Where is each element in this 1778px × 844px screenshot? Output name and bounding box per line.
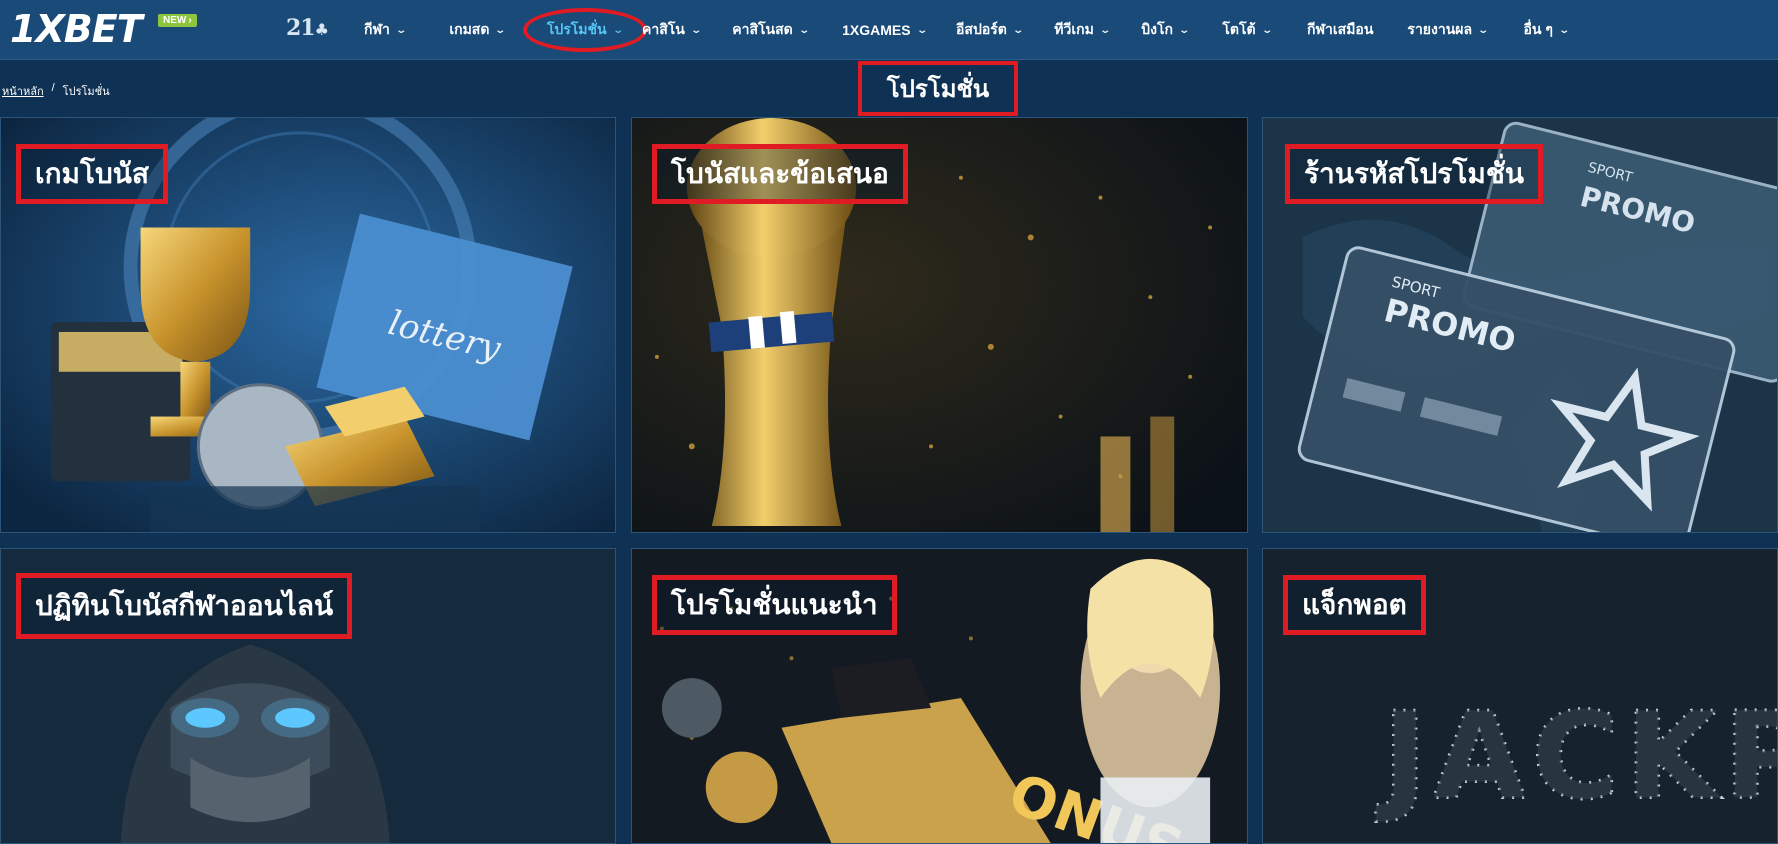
nav-item-label: รายงานผล	[1407, 21, 1473, 37]
chevron-down-icon: ⌄	[1260, 24, 1273, 36]
nav-item-live-games[interactable]: เกมสด ⌄	[449, 0, 507, 60]
promo-card-jackpot[interactable]: JACKPOT JACKPOT แจ็กพอต	[1262, 548, 1778, 844]
nav-item-tv-games[interactable]: ทีวีเกม ⌄	[1054, 0, 1111, 60]
nav-item-label: กีฬาเสมือน	[1306, 21, 1374, 37]
card-title: โปรโมชั่นแนะนำ	[652, 575, 897, 635]
card-title: ปฏิทินโบนัสกีฬาออนไลน์	[16, 573, 353, 639]
page-title: โปรโมชั่น	[858, 61, 1018, 116]
top-navigation-bar: 1XBET NEW › 21♣ กีฬา ⌄ เกมสด ⌄ โปรโมชั่น ⌄ …	[0, 0, 1778, 60]
chevron-down-icon: ⌄	[1012, 24, 1024, 36]
nav-item-bingo[interactable]: บิงโก ⌄	[1141, 0, 1191, 60]
nav-item-label: 1XGAMES	[842, 22, 911, 38]
new-badge-label: NEW	[163, 15, 187, 26]
card-title: เกมโบนัส	[16, 144, 169, 204]
chevron-down-icon: ⌄	[395, 24, 407, 36]
promo-card-bonus-games[interactable]: lottery เกมโบนัส	[0, 117, 616, 533]
nav-item-toto[interactable]: โตโต้ ⌄	[1222, 0, 1273, 60]
highlight-ring	[522, 8, 647, 52]
promo-card-featured[interactable]: ONUS โปรโมชั่นแนะนำ	[631, 548, 1248, 844]
nav-item-label: กีฬา	[364, 21, 390, 37]
promo-card-bonuses-offers[interactable]: โบนัสและข้อเสนอ	[631, 117, 1248, 533]
card-title: แจ็กพอต	[1283, 575, 1426, 635]
nav-item-live-casino[interactable]: คาสิโนสด ⌄	[732, 0, 810, 60]
promo-card-promo-code-store[interactable]: PROMO SPORT PROMO SPORT ร้านรหัสโปรโมชั่…	[1262, 117, 1778, 533]
main-nav: กีฬา ⌄ เกมสด ⌄ โปรโมชั่น ⌄ คาสิโน ⌄ คาสิโนสด…	[360, 0, 1570, 60]
nav-item-label: คาสิโน	[641, 21, 685, 37]
logo-text: 1XBET	[10, 7, 143, 51]
brand-logo[interactable]: 1XBET	[10, 7, 143, 51]
promo-card-bonus-calendar[interactable]: ปฏิทินโบนัสกีฬาออนไลน์	[0, 548, 616, 844]
nav-item-sports[interactable]: กีฬา ⌄	[364, 0, 407, 60]
breadcrumb: หน้าหลัก / โปรโมชั่น	[2, 82, 110, 100]
card-title: โบนัสและข้อเสนอ	[652, 144, 908, 204]
breadcrumb-current: โปรโมชั่น	[62, 86, 110, 98]
chevron-down-icon: ⌄	[1558, 24, 1570, 36]
clover-icon: ♣	[314, 20, 329, 39]
chevron-down-icon: ⌄	[494, 24, 507, 36]
nav-item-promotions[interactable]: โปรโมชั่น ⌄	[522, 0, 647, 60]
nav-item-label: อีสปอร์ต	[956, 21, 1007, 37]
nav-item-label: เกมสด	[449, 21, 490, 37]
card-title: ร้านรหัสโปรโมชั่น	[1285, 144, 1543, 204]
nav-item-virtual-sports[interactable]: กีฬาเสมือน	[1307, 0, 1373, 60]
breadcrumb-separator: /	[51, 82, 55, 94]
chevron-right-icon: ›	[188, 15, 192, 26]
age-restriction-badge: 21♣	[286, 15, 329, 41]
nav-item-label: อื่น ๆ	[1523, 21, 1553, 37]
nav-item-casino[interactable]: คาสิโน ⌄	[641, 0, 702, 60]
chevron-down-icon: ⌄	[611, 24, 624, 36]
chevron-down-icon: ⌄	[690, 24, 702, 36]
chevron-down-icon: ⌄	[798, 24, 810, 36]
nav-item-label: บิงโก	[1141, 21, 1173, 37]
new-badge: NEW ›	[158, 14, 197, 27]
age-badge-label: 21	[286, 15, 316, 41]
chevron-down-icon: ⌄	[915, 24, 928, 36]
chevron-down-icon: ⌄	[1099, 24, 1111, 36]
svg-text:JACKPOT: JACKPOT	[1376, 687, 1777, 826]
nav-item-label: คาสิโนสด	[732, 21, 793, 37]
nav-item-more[interactable]: อื่น ๆ ⌄	[1523, 0, 1570, 60]
nav-item-results[interactable]: รายงานผล ⌄	[1407, 0, 1490, 60]
breadcrumb-home-link[interactable]: หน้าหลัก	[2, 82, 44, 100]
chevron-down-icon: ⌄	[1477, 24, 1490, 36]
nav-item-esports[interactable]: อีสปอร์ต ⌄	[956, 0, 1024, 60]
nav-item-label: โตโต้	[1222, 21, 1256, 37]
nav-item-label: ทีวีเกม	[1054, 21, 1094, 37]
nav-item-1xgames[interactable]: 1XGAMES ⌄	[842, 0, 928, 60]
chevron-down-icon: ⌄	[1178, 24, 1191, 36]
